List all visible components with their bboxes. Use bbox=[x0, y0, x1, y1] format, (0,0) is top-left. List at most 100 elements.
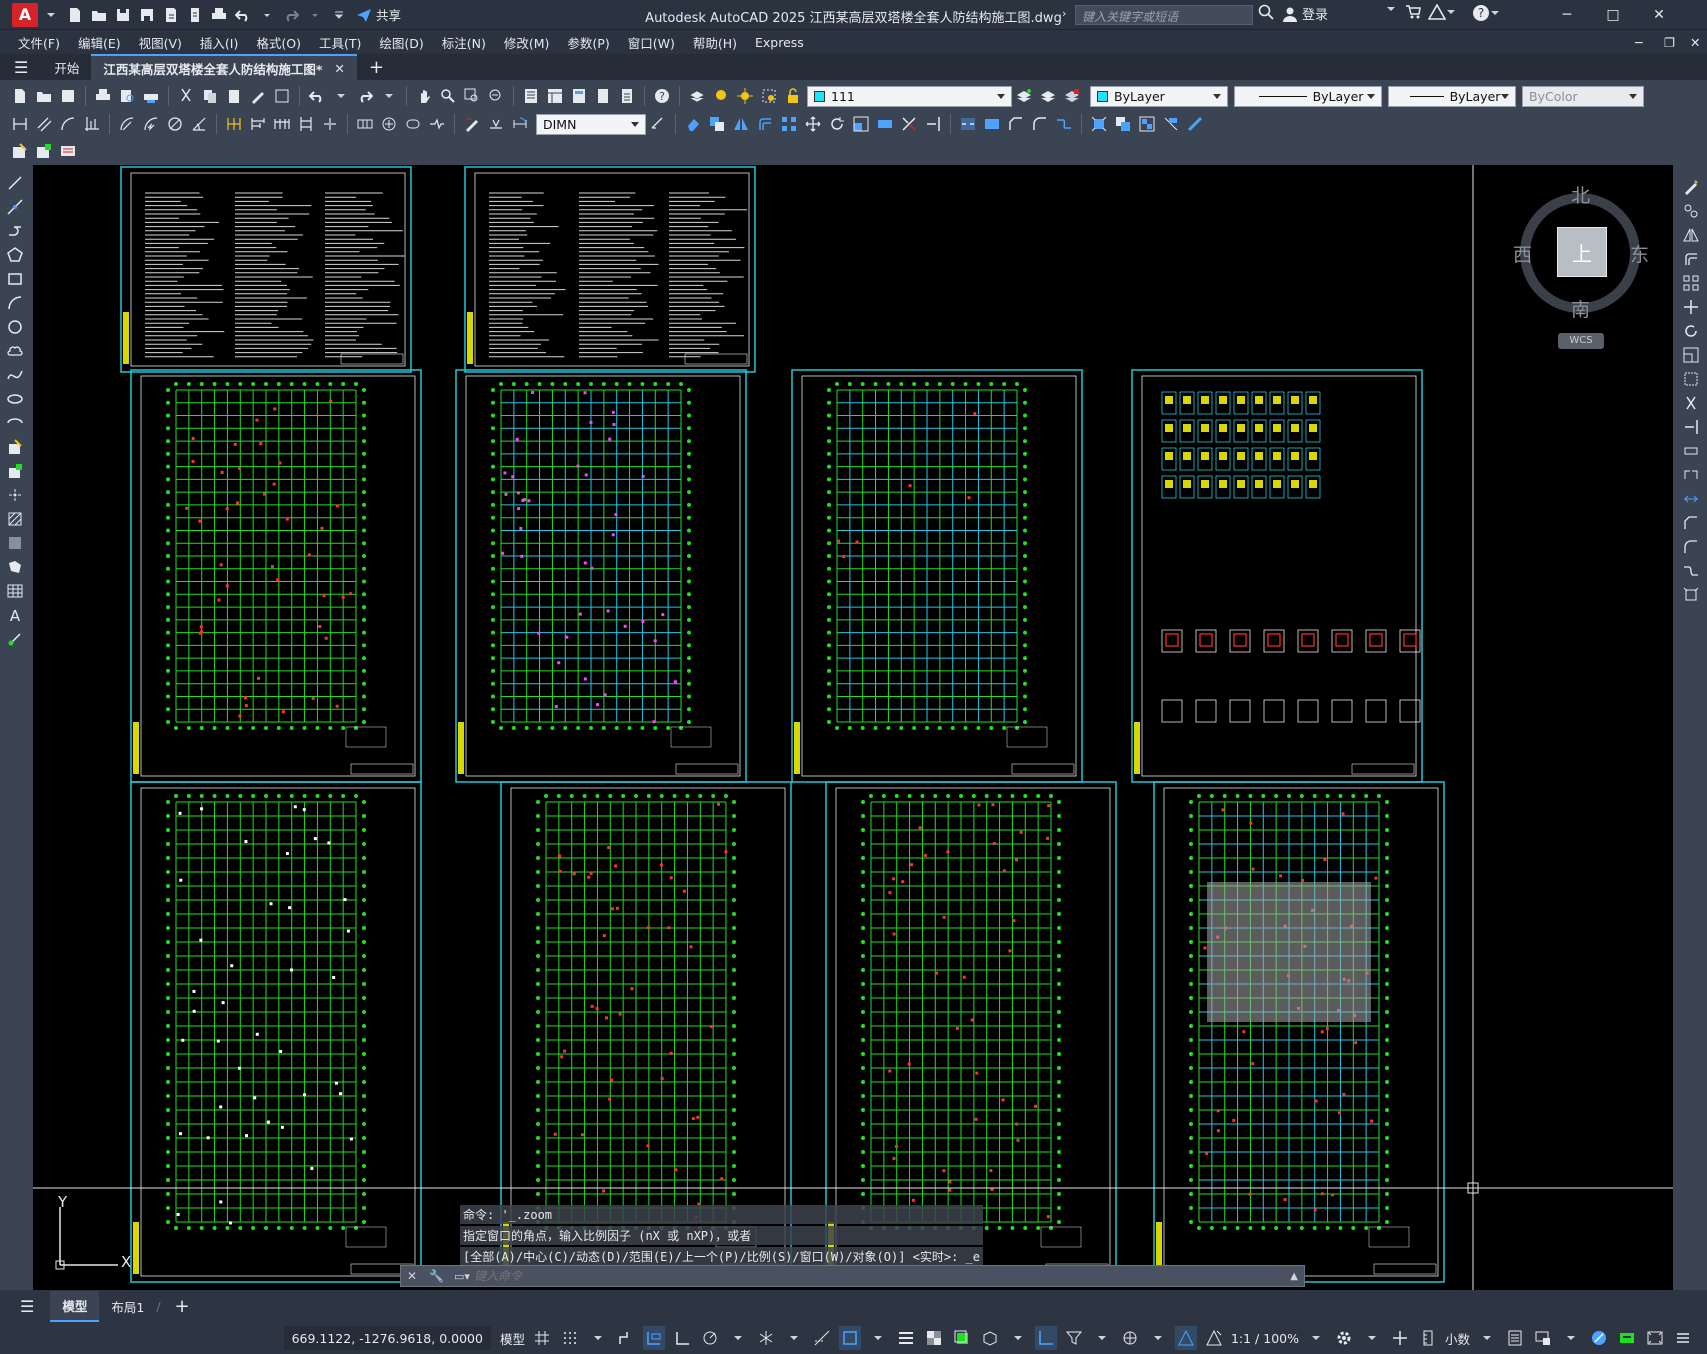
paste-icon[interactable] bbox=[223, 85, 245, 107]
menu-format[interactable]: 格式(O) bbox=[256, 33, 301, 52]
hatch-icon[interactable] bbox=[4, 508, 26, 530]
mirror-icon[interactable] bbox=[730, 113, 752, 135]
dim-update-icon[interactable] bbox=[509, 113, 531, 135]
dim-arc-icon[interactable] bbox=[57, 113, 79, 135]
add-selected-icon[interactable] bbox=[4, 628, 26, 650]
move-icon[interactable] bbox=[802, 113, 824, 135]
quick-dim-icon[interactable] bbox=[223, 113, 245, 135]
recent-commands-icon[interactable]: ▭▾ bbox=[454, 1270, 470, 1283]
menu-modify[interactable]: 修改(M) bbox=[504, 33, 550, 52]
gradient-icon[interactable] bbox=[4, 532, 26, 554]
layer-viewport-icon[interactable] bbox=[758, 85, 780, 107]
redo-icon[interactable] bbox=[280, 4, 302, 26]
dim-angular-icon[interactable] bbox=[188, 113, 210, 135]
dim-continue-icon[interactable] bbox=[271, 113, 293, 135]
extend-side-icon[interactable] bbox=[1680, 416, 1702, 438]
dynamic-ucs-icon[interactable] bbox=[1034, 1326, 1057, 1350]
layer-state-icon[interactable] bbox=[1061, 85, 1083, 107]
offset-icon[interactable] bbox=[754, 113, 776, 135]
zoom-window-icon[interactable] bbox=[461, 85, 483, 107]
filter-dropdown-icon[interactable] bbox=[1091, 1326, 1113, 1350]
menu-insert[interactable]: 插入(I) bbox=[200, 33, 238, 52]
close-window-button[interactable]: ✕ bbox=[1636, 0, 1682, 30]
command-close-icon[interactable]: ✕ bbox=[407, 1269, 417, 1283]
insert-block-left-icon[interactable] bbox=[4, 436, 26, 458]
group-icon[interactable] bbox=[1136, 113, 1158, 135]
tab-layout1[interactable]: 布局1 bbox=[99, 1292, 156, 1321]
cart-icon[interactable] bbox=[1405, 4, 1421, 20]
align-icon[interactable] bbox=[1160, 113, 1182, 135]
rotate-side-icon[interactable] bbox=[1680, 320, 1702, 342]
new-file-icon[interactable] bbox=[64, 4, 86, 26]
draworder-icon[interactable] bbox=[1112, 113, 1134, 135]
menu-express[interactable]: Express bbox=[755, 35, 804, 50]
attribute-icon[interactable] bbox=[57, 140, 79, 162]
workspace-gear-icon[interactable] bbox=[1333, 1326, 1355, 1350]
rectangle-icon[interactable] bbox=[4, 268, 26, 290]
search-input[interactable]: 键入关键字或短语 bbox=[1075, 5, 1253, 25]
lineweight-dropdown[interactable]: ByLayer bbox=[1388, 85, 1516, 107]
point-icon[interactable] bbox=[4, 484, 26, 506]
move-side-icon[interactable] bbox=[1680, 296, 1702, 318]
wcs-menu-button[interactable]: WCS bbox=[1558, 333, 1604, 349]
polyline-icon[interactable] bbox=[4, 220, 26, 242]
cut-icon[interactable] bbox=[175, 85, 197, 107]
stretch-icon[interactable] bbox=[874, 113, 896, 135]
units-dropdown-icon[interactable] bbox=[1476, 1326, 1498, 1350]
search-button[interactable] bbox=[1258, 4, 1274, 20]
copy-side-icon[interactable] bbox=[1680, 200, 1702, 222]
explode-icon[interactable] bbox=[1088, 113, 1110, 135]
add-layout-button[interactable]: + bbox=[175, 1296, 190, 1317]
jogged-linear-icon[interactable] bbox=[426, 113, 448, 135]
units-label[interactable]: 小数 bbox=[1445, 1326, 1470, 1350]
dim-aligned-icon[interactable] bbox=[33, 113, 55, 135]
hamburger-menu-icon[interactable]: ☰ bbox=[0, 54, 42, 80]
undo-icon[interactable] bbox=[232, 4, 254, 26]
3d-osnap-dropdown-icon[interactable] bbox=[1007, 1326, 1029, 1350]
pan-icon[interactable] bbox=[413, 85, 435, 107]
properties-icon[interactable] bbox=[520, 85, 542, 107]
tab-start[interactable]: 开始 bbox=[42, 54, 91, 80]
save-as-icon[interactable] bbox=[136, 4, 158, 26]
3d-osnap-icon[interactable] bbox=[979, 1326, 1001, 1350]
dim-edit-icon[interactable] bbox=[461, 113, 483, 135]
annotation-visibility-icon[interactable] bbox=[1174, 1326, 1197, 1350]
doc-restore-button[interactable]: ❐ bbox=[1664, 35, 1675, 50]
menu-help[interactable]: 帮助(H) bbox=[693, 33, 737, 52]
explode-side-icon[interactable] bbox=[1680, 584, 1702, 606]
open-web-icon[interactable] bbox=[160, 4, 182, 26]
mirror-side-icon[interactable] bbox=[1680, 224, 1702, 246]
polar-dropdown-icon[interactable] bbox=[727, 1326, 749, 1350]
break-point-side-icon[interactable] bbox=[1680, 440, 1702, 462]
break-side-icon[interactable] bbox=[1680, 464, 1702, 486]
ellipse-arc-icon[interactable] bbox=[4, 412, 26, 434]
undo-list-icon[interactable] bbox=[330, 85, 352, 107]
extend-icon[interactable] bbox=[922, 113, 944, 135]
open-icon[interactable] bbox=[33, 85, 55, 107]
dimstyle-manager-icon[interactable] bbox=[647, 113, 669, 135]
zoom-realtime-icon[interactable] bbox=[437, 85, 459, 107]
plot-preview-icon[interactable] bbox=[116, 85, 138, 107]
chamfer-icon[interactable] bbox=[1005, 113, 1027, 135]
fillet-side-icon[interactable] bbox=[1680, 536, 1702, 558]
layer-dropdown[interactable]: 111 bbox=[807, 85, 1012, 107]
line-icon[interactable] bbox=[4, 172, 26, 194]
menu-dimension[interactable]: 标注(N) bbox=[442, 33, 486, 52]
redo-list-icon[interactable] bbox=[378, 85, 400, 107]
undo-toolbar-icon[interactable] bbox=[306, 85, 328, 107]
gizmo-icon[interactable] bbox=[1119, 1326, 1141, 1350]
dropdown-arrow-icon[interactable] bbox=[40, 4, 62, 26]
dim-jogged-icon[interactable] bbox=[140, 113, 162, 135]
undo-dropdown-icon[interactable] bbox=[256, 4, 278, 26]
inspect-icon[interactable] bbox=[402, 113, 424, 135]
units-icon[interactable] bbox=[1417, 1326, 1439, 1350]
blend-icon[interactable] bbox=[1053, 113, 1075, 135]
object-snap-icon[interactable] bbox=[838, 1326, 861, 1350]
autodesk-apps-icon[interactable] bbox=[1428, 4, 1456, 20]
layer-properties-icon[interactable] bbox=[686, 85, 708, 107]
annotation-scale-dropdown-icon[interactable] bbox=[1305, 1326, 1327, 1350]
fillet-icon[interactable] bbox=[1029, 113, 1051, 135]
annotation-scale-label[interactable]: 1:1 / 100% bbox=[1231, 1326, 1299, 1350]
blend-side-icon[interactable] bbox=[1680, 560, 1702, 582]
revcloud-icon[interactable] bbox=[4, 340, 26, 362]
